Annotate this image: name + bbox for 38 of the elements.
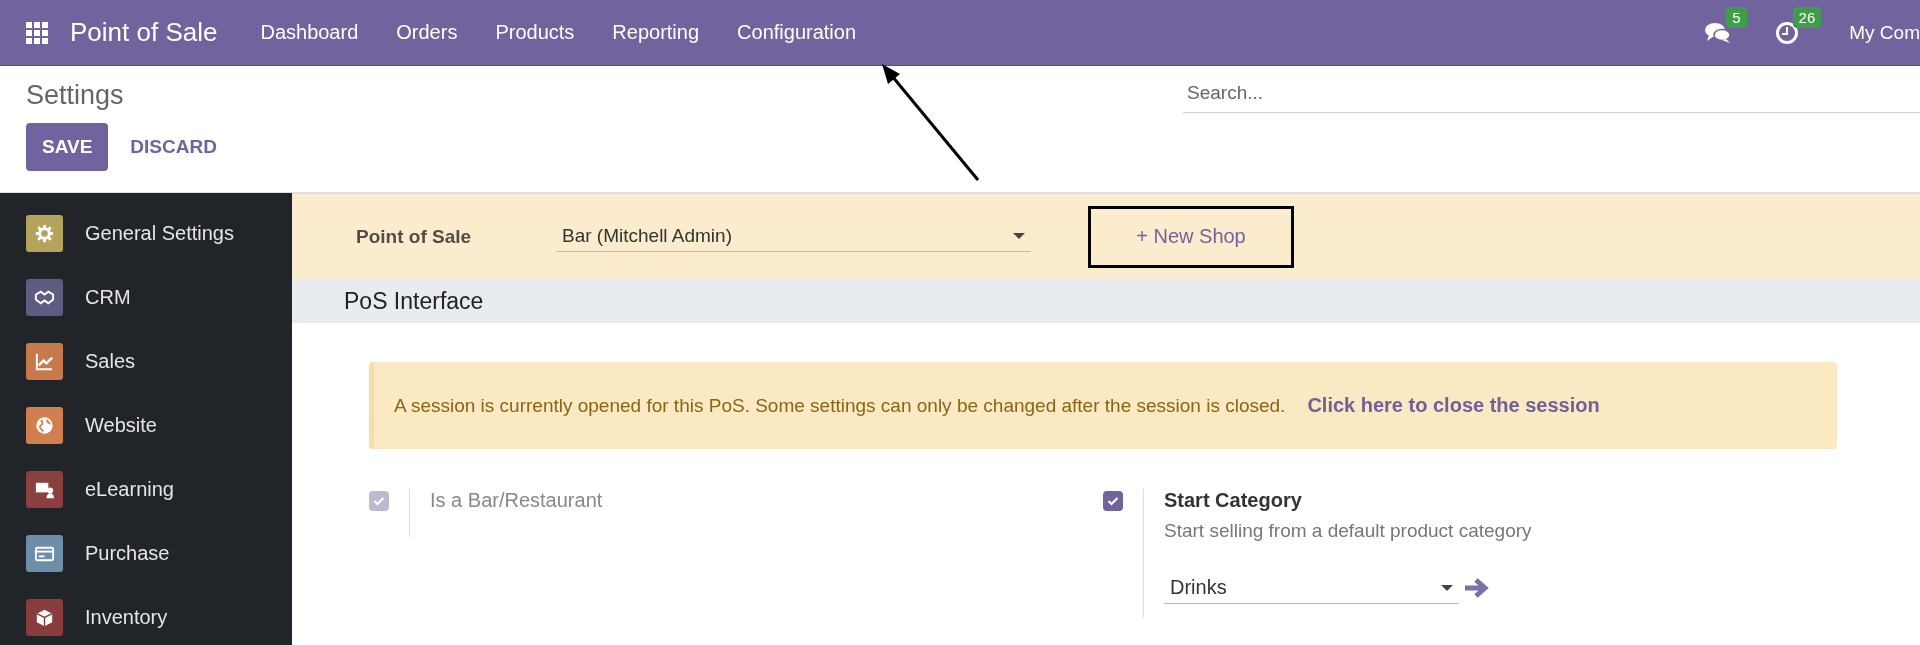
sidebar-item[interactable]: eLearning bbox=[0, 457, 292, 521]
apps-grid-icon[interactable] bbox=[26, 21, 48, 44]
clock-icon[interactable] bbox=[1774, 20, 1799, 45]
section-header: PoS Interface bbox=[292, 279, 1920, 323]
setting-label: Is a Bar/Restaurant bbox=[430, 489, 603, 512]
shop-select[interactable]: Bar (Mitchell Admin) bbox=[556, 221, 1031, 252]
checkbox[interactable] bbox=[1103, 491, 1123, 511]
menu-item[interactable]: Dashboard bbox=[241, 21, 378, 44]
checkmark-icon bbox=[373, 496, 385, 506]
setting-label: Start Category bbox=[1164, 489, 1303, 512]
count-badge: 5 bbox=[1726, 6, 1747, 28]
category-select[interactable]: Drinks bbox=[1164, 572, 1459, 604]
discard-button[interactable]: DISCARD bbox=[114, 123, 233, 171]
sidebar-item[interactable]: CRM bbox=[0, 265, 292, 329]
count-badge: 26 bbox=[1792, 6, 1822, 28]
menu-item[interactable]: Orders bbox=[377, 21, 477, 44]
caret-icon bbox=[1441, 584, 1453, 591]
close-session-link[interactable]: Click here to close the session bbox=[1307, 394, 1600, 417]
new-shop-link[interactable]: + New Shop bbox=[1136, 225, 1246, 248]
app-title: Point of Sale bbox=[70, 17, 218, 48]
company-switcher[interactable]: My Com bbox=[1849, 21, 1920, 44]
caret-icon bbox=[1013, 233, 1025, 239]
page-title: Settings bbox=[26, 80, 125, 111]
alert-message: A session is currently opened for this PoS. Some settings can only be changed after the session is closed. bbox=[394, 394, 1286, 417]
sidebar-item[interactable]: Sales bbox=[0, 329, 292, 393]
menu-item[interactable]: Reporting bbox=[593, 21, 719, 44]
checkmark-icon bbox=[1107, 496, 1119, 506]
sidebar-item[interactable]: Inventory bbox=[0, 585, 292, 645]
menu-item[interactable]: Products bbox=[476, 21, 594, 44]
sidebar-item[interactable]: Website bbox=[0, 393, 292, 457]
chat-bubbles-icon[interactable] bbox=[1704, 20, 1733, 45]
setting-description: Start selling from a default product category bbox=[1164, 520, 1532, 542]
menu-item[interactable]: Configuration bbox=[718, 21, 876, 44]
sidebar-item[interactable]: General Settings bbox=[0, 201, 292, 265]
save-button[interactable]: SAVE bbox=[26, 123, 109, 171]
arrow-right-icon[interactable] bbox=[1463, 576, 1489, 600]
field-label: Point of Sale bbox=[356, 225, 473, 248]
sidebar-item[interactable]: Purchase bbox=[0, 521, 292, 585]
